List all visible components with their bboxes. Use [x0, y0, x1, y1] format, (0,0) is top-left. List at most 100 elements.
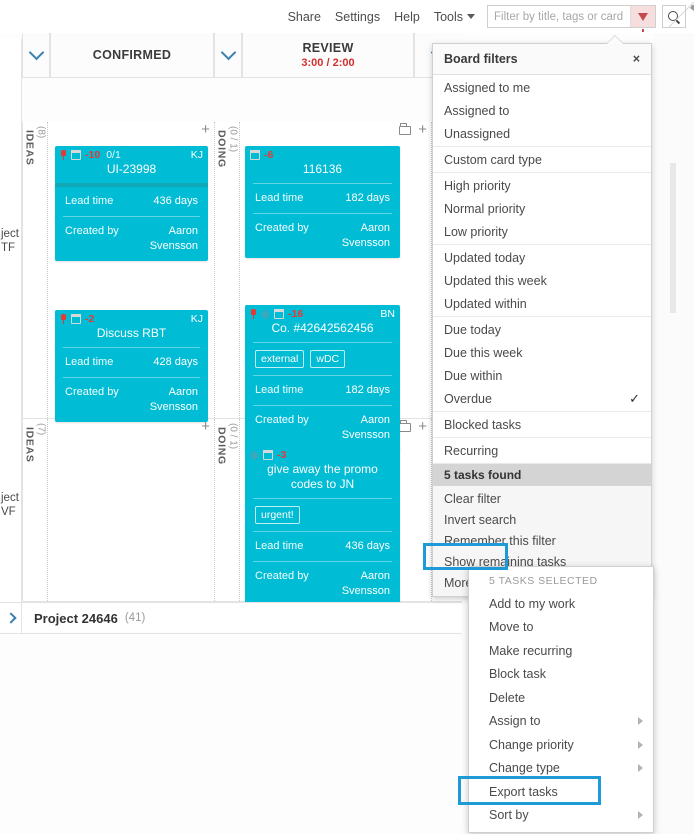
card-116136[interactable]: -6 116136 Lead time 182 days Created by …: [245, 146, 400, 258]
filter-overdue[interactable]: Overdue ✓: [433, 387, 651, 410]
menu-make-recurring[interactable]: Make recurring: [469, 639, 653, 663]
filter-due-today[interactable]: Due today: [433, 318, 651, 341]
remember-filter-action[interactable]: Remember this filter: [433, 530, 651, 551]
menu-move-to[interactable]: Move to: [469, 616, 653, 640]
lane-header-ideas-2[interactable]: IDEAS (7): [23, 419, 48, 601]
card-ui-23998[interactable]: -10 0/1 KJ UI-23998 Lead time 436 days C…: [55, 146, 208, 261]
lane-count: (0 / 1): [228, 126, 239, 152]
close-icon[interactable]: ×: [633, 52, 640, 66]
add-card-icon[interactable]: +: [418, 421, 427, 433]
menu-label: Export tasks: [489, 785, 558, 799]
chevron-down-icon: [220, 45, 236, 61]
panel-pointer: [607, 36, 623, 44]
field-value: Aaron Svensson: [320, 221, 390, 251]
menu-add-to-my-work[interactable]: Add to my work: [469, 592, 653, 616]
help-link[interactable]: Help: [394, 10, 420, 24]
lane-header-doing-1[interactable]: DOING (0 / 1): [215, 122, 240, 418]
menu-change-priority[interactable]: Change priority: [469, 733, 653, 757]
filter-low-priority[interactable]: Low priority: [433, 220, 651, 243]
card-tags: urgent!: [245, 499, 400, 531]
filter-label: Unassigned: [444, 127, 510, 141]
clear-filter-action[interactable]: Clear filter: [433, 488, 651, 509]
menu-block-task[interactable]: Block task: [469, 663, 653, 687]
filter-group-assignment: Assigned to me Assigned to Unassigned: [433, 75, 651, 147]
share-link[interactable]: Share: [288, 10, 321, 24]
card-co-42642562456[interactable]: -16 BN Co. #42642562456 external wDC Lea…: [245, 305, 400, 450]
chevron-right-icon: [638, 741, 643, 749]
filter-assigned-to[interactable]: Assigned to: [433, 99, 651, 122]
lane-header-ideas-1[interactable]: IDEAS (8): [23, 122, 48, 418]
settings-link[interactable]: Settings: [335, 10, 380, 24]
filter-blocked-tasks[interactable]: Blocked tasks: [433, 413, 651, 436]
card-header: -10 0/1 KJ: [55, 146, 208, 161]
filter-custom-card-type[interactable]: Custom card type: [433, 148, 651, 171]
filter-unassigned[interactable]: Unassigned: [433, 122, 651, 145]
project-footer-row[interactable]: Project 24646 (41): [0, 602, 462, 634]
filter-label: Updated within: [444, 297, 527, 311]
chevron-right-icon: [638, 811, 643, 819]
lane-cell-ideas-2[interactable]: +: [48, 419, 215, 601]
filter-high-priority[interactable]: High priority: [433, 174, 651, 197]
field-label: Created by: [255, 413, 309, 443]
tag-chip[interactable]: urgent!: [255, 506, 300, 524]
lane-name: IDEAS: [24, 427, 36, 463]
filter-updated-within[interactable]: Updated within: [433, 292, 651, 315]
menu-delete[interactable]: Delete: [469, 686, 653, 710]
vertical-scrollbar[interactable]: [670, 163, 676, 313]
folder-icon[interactable]: [399, 423, 411, 432]
expand-project-button[interactable]: [0, 602, 22, 634]
column-header-review-label: REVIEW: [302, 41, 353, 55]
funnel-icon[interactable]: [630, 6, 655, 27]
menu-label: Make recurring: [489, 644, 572, 658]
filter-due-within[interactable]: Due within: [433, 364, 651, 387]
card-promo-codes[interactable]: -3 give away the promo codes to JN urgen…: [245, 446, 400, 606]
invert-search-action[interactable]: Invert search: [433, 509, 651, 530]
filter-updated-today[interactable]: Updated today: [433, 246, 651, 269]
tools-menu[interactable]: Tools: [434, 10, 475, 24]
menu-label: Block task: [489, 667, 546, 681]
filter-due-this-week[interactable]: Due this week: [433, 341, 651, 364]
collapse-review-button[interactable]: [214, 33, 242, 78]
menu-export-tasks[interactable]: Export tasks: [469, 780, 653, 804]
collapse-confirmed-button[interactable]: [22, 33, 50, 78]
corner-ribbon-icon: [654, 0, 694, 28]
filter-assigned-to-me[interactable]: Assigned to me: [433, 76, 651, 99]
calendar-icon: [71, 151, 81, 160]
search-input[interactable]: [488, 6, 630, 27]
lane-name: DOING: [216, 130, 228, 168]
add-card-icon[interactable]: +: [201, 124, 210, 136]
action-label: Remember this filter: [444, 534, 556, 548]
menu-change-type[interactable]: Change type: [469, 757, 653, 781]
add-card-icon[interactable]: +: [201, 421, 210, 433]
filter-label: Normal priority: [444, 202, 525, 216]
lane-header-doing-2[interactable]: DOING (0 / 1): [215, 419, 240, 601]
tag-chip[interactable]: wDC: [310, 350, 345, 368]
menu-label: Change type: [489, 761, 560, 775]
due-days: -6: [264, 149, 273, 161]
filter-group-due: Due today Due this week Due within Overd…: [433, 317, 651, 412]
field-label: Created by: [255, 221, 309, 251]
filter-recurring[interactable]: Recurring: [433, 439, 651, 462]
app-root: Share Settings Help Tools jectTF: [0, 0, 694, 834]
column-header-confirmed[interactable]: CONFIRMED: [50, 33, 214, 78]
filter-normal-priority[interactable]: Normal priority: [433, 197, 651, 220]
filter-label: Due today: [444, 323, 501, 337]
add-card-icon[interactable]: +: [418, 124, 427, 136]
column-header-review[interactable]: REVIEW 3:00 / 2:00: [242, 33, 414, 78]
priority-pin-icon: [60, 314, 67, 324]
tag-chip[interactable]: external: [255, 350, 304, 368]
menu-sort-by[interactable]: Sort by: [469, 804, 653, 828]
menu-assign-to[interactable]: Assign to: [469, 710, 653, 734]
card-field-lead-time: Lead time 182 days: [245, 184, 400, 213]
top-toolbar: Share Settings Help Tools: [0, 0, 694, 33]
card-field-lead-time: Lead time 182 days: [245, 376, 400, 405]
calendar-icon: [250, 151, 260, 160]
filter-label: Assigned to me: [444, 81, 530, 95]
filter-updated-this-week[interactable]: Updated this week: [433, 269, 651, 292]
field-value: Aaron Svensson: [128, 224, 198, 254]
field-value: Aaron Svensson: [320, 413, 390, 443]
field-label: Lead time: [255, 383, 303, 398]
folder-icon[interactable]: [399, 126, 411, 135]
card-discuss-rbt[interactable]: -2 KJ Discuss RBT Lead time 428 days Cre…: [55, 310, 208, 422]
cell-tools: +: [201, 124, 210, 136]
